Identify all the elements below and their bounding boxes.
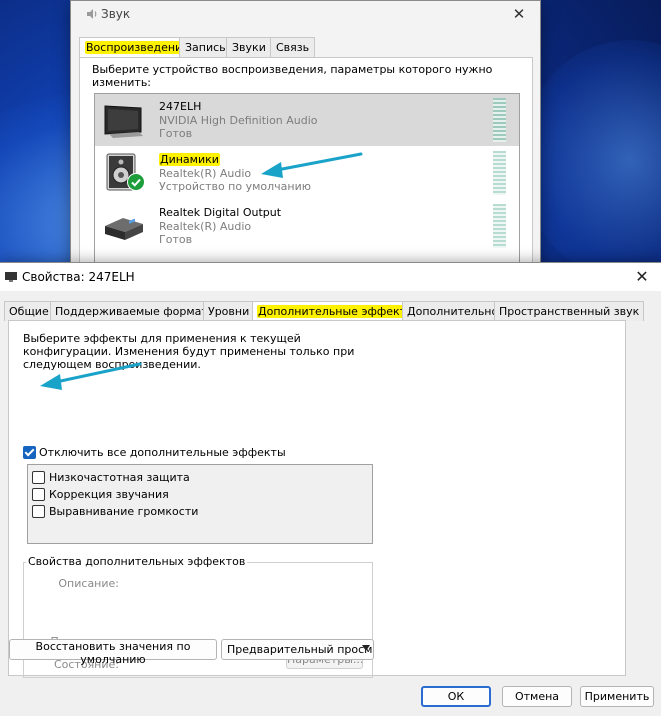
device-driver: Realtek(R) Audio <box>159 220 252 233</box>
tab-general[interactable]: Общие <box>4 301 54 321</box>
tab-label: Дополнительно <box>407 305 499 318</box>
device-name: 247ELH <box>159 100 202 113</box>
sound-dialog-title: Звук <box>101 7 131 21</box>
device-list[interactable]: 247ELH NVIDIA High Definition Audio Гото… <box>94 93 520 267</box>
properties-dialog: Свойства: 247ELH ✕ Общие Поддерживаемые … <box>0 262 661 716</box>
close-button[interactable]: ✕ <box>629 266 655 288</box>
description-label: Описание: <box>58 577 119 590</box>
checkbox[interactable] <box>32 487 45 501</box>
restore-defaults-button[interactable]: Восстановить значения по умолчанию <box>9 639 217 666</box>
tab-label: Звуки <box>232 41 266 54</box>
effect-loudness-equalization[interactable]: Выравнивание громкости <box>32 504 198 518</box>
sound-dialog: Звук ✕ Воспроизведение Запись Звуки Связ… <box>70 0 541 270</box>
properties-titlebar[interactable]: Свойства: 247ELH ✕ <box>0 263 661 291</box>
effect-label: Низкочастотная защита <box>49 470 190 484</box>
sound-titlebar[interactable]: Звук ✕ <box>71 1 540 29</box>
device-item-speakers[interactable]: Динамики Realtek(R) Audio Устройство по … <box>95 147 519 199</box>
device-name: Динамики <box>159 153 220 166</box>
tab-label: Запись <box>185 41 226 54</box>
tab-advanced[interactable]: Дополнительно <box>402 301 504 321</box>
speaker-icon <box>87 9 97 19</box>
effects-list: Низкочастотная защита Коррекция звучания… <box>27 464 373 544</box>
effect-bass-management[interactable]: Низкочастотная защита <box>32 470 190 484</box>
device-status: Готов <box>159 127 193 140</box>
tab-levels[interactable]: Уровни <box>203 301 255 321</box>
effect-label: Коррекция звучания <box>49 487 169 501</box>
tab-label: Воспроизведение <box>85 41 190 54</box>
tab-supported-formats[interactable]: Поддерживаемые форматы <box>50 301 222 321</box>
device-driver: NVIDIA High Definition Audio <box>159 114 318 127</box>
device-status: Устройство по умолчанию <box>159 180 312 193</box>
device-status: Готов <box>159 233 193 246</box>
tab-sounds[interactable]: Звуки <box>226 37 272 57</box>
close-icon: ✕ <box>635 269 649 286</box>
ok-button[interactable]: ОК <box>421 686 491 707</box>
effect-properties-group: Свойства дополнительных эффектов Описани… <box>23 555 373 678</box>
instruction-text: Выберите эффекты для применения к текуще… <box>23 332 355 371</box>
volume-meter <box>493 204 506 248</box>
playback-panel: Выберите устройство воспроизведения, пар… <box>79 57 533 269</box>
checkbox-label: Отключить все дополнительные эффекты <box>39 445 286 459</box>
effect-room-correction[interactable]: Коррекция звучания <box>32 487 169 501</box>
preview-button[interactable]: Предварительный просмотр <box>221 639 374 660</box>
tab-label: Поддерживаемые форматы <box>55 305 217 318</box>
effect-label: Выравнивание громкости <box>49 504 199 518</box>
device-driver: Realtek(R) Audio <box>159 167 252 180</box>
preview-button-label: Предварительный просмотр <box>227 643 373 656</box>
disable-all-effects-checkbox[interactable]: Отключить все дополнительные эффекты <box>23 445 286 459</box>
enhancements-panel: Выберите эффекты для применения к текуще… <box>8 320 626 678</box>
checkbox-checked[interactable] <box>23 445 36 459</box>
tab-enhancements[interactable]: Дополнительные эффекты <box>252 301 421 322</box>
tab-label: Связь <box>276 41 310 54</box>
group-title: Свойства дополнительных эффектов <box>26 555 248 568</box>
monitor-icon <box>104 105 143 138</box>
tab-label: Пространственный звук <box>499 305 640 318</box>
tab-communications[interactable]: Связь <box>270 37 316 57</box>
device-name: Realtek Digital Output <box>159 206 282 219</box>
cancel-button[interactable]: Отмена <box>502 686 572 707</box>
close-button[interactable]: ✕ <box>506 4 532 24</box>
apply-button[interactable]: Применить <box>580 686 654 707</box>
checkbox[interactable] <box>32 504 45 518</box>
tab-label: Общие <box>9 305 49 318</box>
device-name-text: Динамики <box>159 153 220 166</box>
close-icon: ✕ <box>512 6 526 23</box>
device-item-digital-output[interactable]: Realtek Digital Output Realtek(R) Audio … <box>95 200 519 252</box>
instruction-text: Выберите устройство воспроизведения, пар… <box>92 63 493 89</box>
device-item-247elh[interactable]: 247ELH NVIDIA High Definition Audio Гото… <box>95 94 519 146</box>
default-check-icon <box>127 173 145 191</box>
checkbox[interactable] <box>32 470 45 484</box>
tab-recording[interactable]: Запись <box>179 37 232 57</box>
tab-label: Дополнительные эффекты <box>257 305 416 318</box>
tab-spatial-sound[interactable]: Пространственный звук <box>494 301 645 321</box>
volume-meter <box>493 98 506 142</box>
digital-output-icon <box>105 218 143 240</box>
properties-dialog-title: Свойства: 247ELH <box>22 270 135 284</box>
tab-label: Уровни <box>208 305 250 318</box>
wallpaper-bloom <box>520 40 661 280</box>
volume-meter <box>493 151 506 195</box>
monitor-icon <box>5 272 17 282</box>
chevron-down-icon[interactable] <box>362 645 370 651</box>
